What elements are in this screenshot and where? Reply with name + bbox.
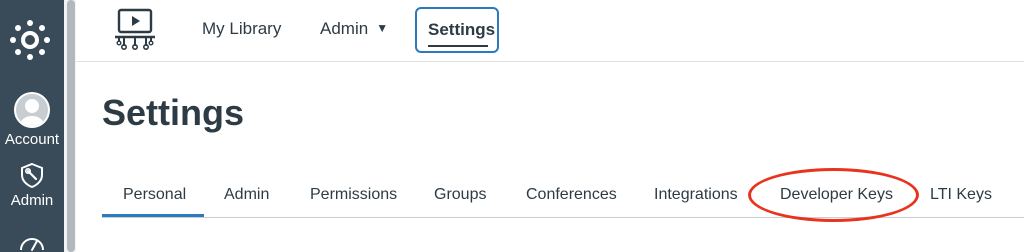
nav-admin-label: Admin: [10, 192, 54, 209]
chevron-down-icon: ▼: [376, 21, 389, 35]
tab-admin[interactable]: Admin: [224, 186, 269, 204]
tab-personal[interactable]: Personal: [123, 186, 186, 204]
nav-admin[interactable]: Admin: [0, 162, 64, 209]
tab-permissions[interactable]: Permissions: [310, 186, 397, 204]
topnav-admin[interactable]: Admin ▼: [320, 19, 388, 39]
tab-active-indicator: [102, 214, 204, 217]
tab-groups[interactable]: Groups: [434, 186, 486, 204]
shield-wrench-icon: [21, 162, 43, 188]
user-icon: [20, 99, 44, 126]
topnav-my-library[interactable]: My Library: [202, 19, 281, 39]
nav-account-label: Account: [4, 131, 60, 148]
top-navigation: My Library Admin ▼ Settings: [76, 0, 1024, 62]
nav-dashboard[interactable]: [0, 232, 64, 252]
tab-conferences[interactable]: Conferences: [526, 186, 617, 204]
highlight-annotation: [748, 168, 919, 222]
dashboard-gauge-icon: [20, 238, 44, 251]
global-nav: Account Admin: [0, 0, 64, 252]
canvas-logo-icon[interactable]: [8, 18, 52, 62]
tab-lti-keys[interactable]: LTI Keys: [930, 186, 992, 204]
tab-integrations[interactable]: Integrations: [654, 186, 738, 204]
video-library-logo-icon[interactable]: [112, 6, 158, 52]
avatar: [14, 92, 50, 128]
nav-account[interactable]: Account: [0, 92, 64, 148]
topnav-settings-label: Settings: [428, 20, 496, 39]
topnav-admin-label: Admin: [320, 19, 369, 38]
scrollbar-thumb[interactable]: [67, 0, 75, 252]
page-title: Settings: [102, 92, 245, 133]
active-underline: [428, 45, 488, 47]
topnav-settings[interactable]: Settings: [415, 7, 499, 53]
